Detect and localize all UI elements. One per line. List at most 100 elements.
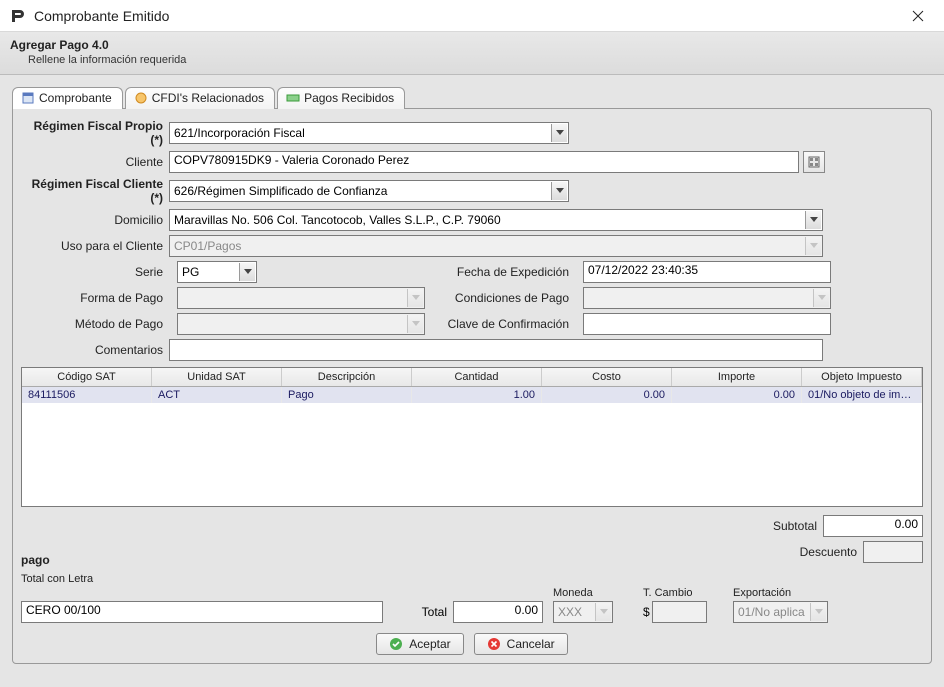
select-value: 01/No aplica [738,605,805,619]
th-descripcion[interactable]: Descripción [282,368,412,386]
label-uso: Uso para el Cliente [21,239,169,253]
cancel-icon [487,637,501,651]
tab-bar: Comprobante CFDI's Relacionados Pagos Re… [12,87,932,109]
check-icon [389,637,403,651]
select-exportacion: 01/No aplica [733,601,828,623]
input-tcambio [652,601,707,623]
input-comentarios[interactable] [169,339,823,361]
chevron-down-icon [551,182,567,200]
label-condiciones: Condiciones de Pago [433,291,575,305]
content: Comprobante CFDI's Relacionados Pagos Re… [0,75,944,687]
select-value: Maravillas No. 506 Col. Tancotocob, Vall… [174,213,501,227]
label-comentarios: Comentarios [21,343,169,357]
currency-symbol: $ [643,605,650,619]
tab-cfdi[interactable]: CFDI's Relacionados [125,87,275,109]
select-domicilio[interactable]: Maravillas No. 506 Col. Tancotocob, Vall… [169,209,823,231]
table-row[interactable]: 84111506 ACT Pago 1.00 0.00 0.00 01/No o… [22,387,922,403]
app-icon [8,7,26,25]
tab-pagos[interactable]: Pagos Recibidos [277,87,405,109]
close-button[interactable] [898,2,938,30]
select-regimen-propio[interactable]: 621/Incorporación Fiscal [169,122,569,144]
cell-costo: 0.00 [542,387,672,403]
cell-unidad: ACT [152,387,282,403]
tab-label: Pagos Recibidos [304,91,394,105]
document-icon [21,91,35,105]
cell-codigo: 84111506 [22,387,152,403]
select-value: 621/Incorporación Fiscal [174,126,305,140]
label-total-letra: Total con Letra [21,573,923,585]
chevron-down-icon [805,237,821,255]
tab-label: CFDI's Relacionados [152,91,264,105]
tab-comprobante[interactable]: Comprobante [12,87,123,109]
input-fecha[interactable]: 07/12/2022 23:40:35 [583,261,831,283]
subheader: Agregar Pago 4.0 Rellene la información … [0,32,944,75]
th-objeto[interactable]: Objeto Impuesto [802,368,922,386]
input-clave-conf[interactable] [583,313,831,335]
label-regimen-cliente: Régimen Fiscal Cliente (*) [21,177,169,205]
table-header: Código SAT Unidad SAT Descripción Cantid… [22,368,922,387]
money-icon [286,91,300,105]
select-uso-cliente: CP01/Pagos [169,235,823,257]
input-subtotal: 0.00 [823,515,923,537]
cancel-button[interactable]: Cancelar [474,633,568,655]
th-codigo[interactable]: Código SAT [22,368,152,386]
button-label: Cancelar [507,637,555,651]
select-serie[interactable]: PG [177,261,257,283]
select-moneda: XXX [553,601,613,623]
th-importe[interactable]: Importe [672,368,802,386]
label-metodo-pago: Método de Pago [21,317,169,331]
accept-button[interactable]: Aceptar [376,633,463,655]
label-regimen-propio: Régimen Fiscal Propio (*) [21,119,169,147]
tab-panel-comprobante: Régimen Fiscal Propio (*) 621/Incorporac… [12,108,932,664]
label-fecha: Fecha de Expedición [265,265,575,279]
tab-label: Comprobante [39,91,112,105]
action-bar: Aceptar Cancelar [21,633,923,655]
label-forma-pago: Forma de Pago [21,291,169,305]
input-descuento [863,541,923,563]
select-value: CP01/Pagos [174,239,241,253]
input-total: 0.00 [453,601,543,623]
titlebar: Comprobante Emitido [0,0,944,32]
label-exportacion: Exportación [733,587,813,599]
label-pago: pago [21,553,599,567]
page-subtitle: Rellene la información requerida [28,54,934,66]
chevron-down-icon [595,603,611,621]
th-cantidad[interactable]: Cantidad [412,368,542,386]
cell-cantidad: 1.00 [412,387,542,403]
label-clave-conf: Clave de Confirmación [433,317,575,331]
select-metodo-pago [177,313,425,335]
label-cliente: Cliente [21,155,169,169]
items-table: Código SAT Unidad SAT Descripción Cantid… [21,367,923,507]
select-value: 626/Régimen Simplificado de Confianza [174,184,387,198]
chevron-down-icon [810,603,826,621]
chevron-down-icon [551,124,567,142]
input-total-letra: CERO 00/100 [21,601,383,623]
chevron-down-icon [239,263,255,281]
chevron-down-icon [805,211,821,229]
th-costo[interactable]: Costo [542,368,672,386]
label-tcambio: T. Cambio [643,587,723,599]
select-value: XXX [558,605,582,619]
chevron-down-icon [407,289,423,307]
label-subtotal: Subtotal [773,519,817,533]
cell-objeto: 01/No objeto de imp... [802,387,922,403]
input-cliente[interactable]: COPV780915DK9 - Valeria Coronado Perez [169,151,799,173]
select-regimen-cliente[interactable]: 626/Régimen Simplificado de Confianza [169,180,569,202]
window-title: Comprobante Emitido [34,8,898,24]
label-descuento: Descuento [800,545,857,559]
button-label: Aceptar [409,637,450,651]
select-condiciones-pago [583,287,831,309]
cell-importe: 0.00 [672,387,802,403]
label-moneda: Moneda [553,587,633,599]
label-serie: Serie [21,265,169,279]
chevron-down-icon [813,289,829,307]
page-title: Agregar Pago 4.0 [10,38,934,52]
label-total: Total [422,605,447,619]
select-value: PG [182,265,199,279]
cliente-picker-button[interactable] [803,151,825,173]
label-domicilio: Domicilio [21,213,169,227]
link-icon [134,91,148,105]
cell-descripcion: Pago [282,387,412,403]
chevron-down-icon [407,315,423,333]
th-unidad[interactable]: Unidad SAT [152,368,282,386]
